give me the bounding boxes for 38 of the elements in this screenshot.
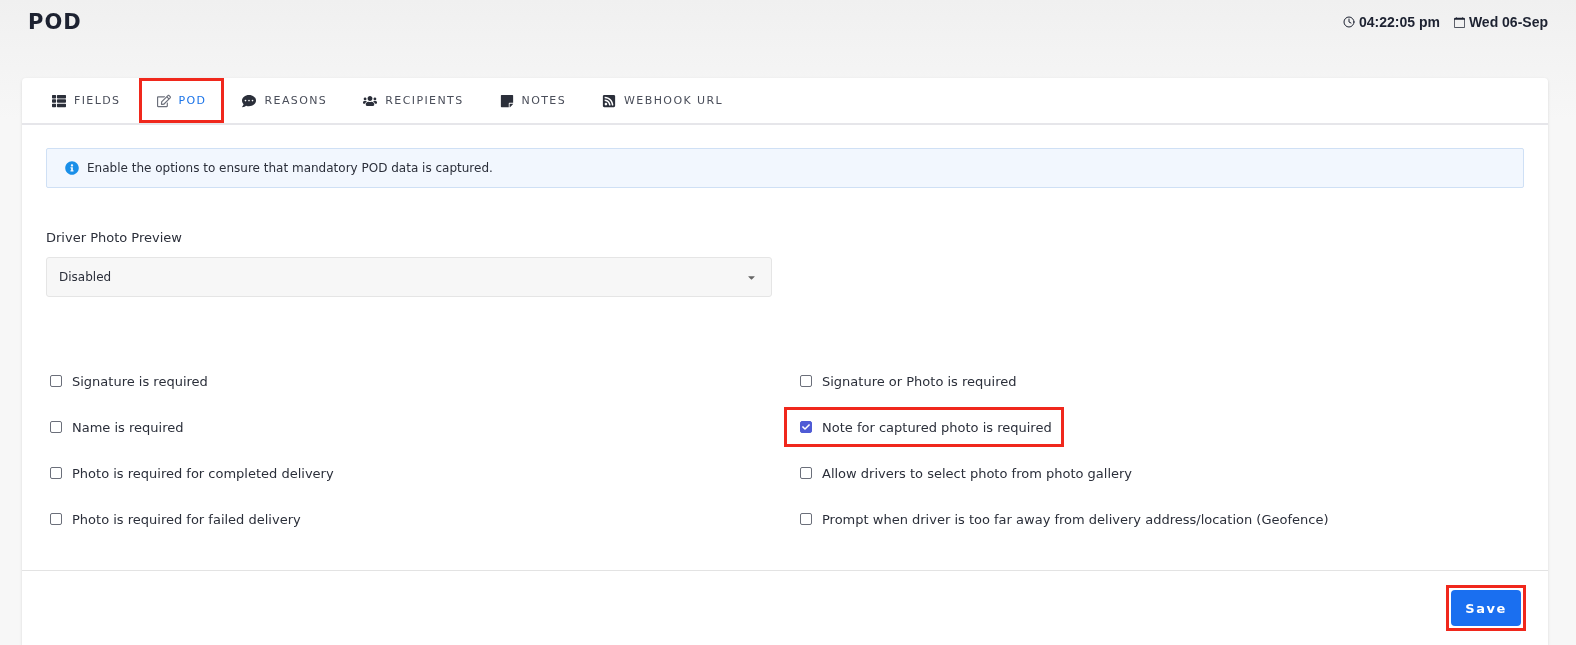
sticky-note-icon [499,93,514,108]
speech-bubble-icon [242,93,257,108]
clock-icon [1342,16,1355,28]
checkbox-option[interactable]: Signature is required [46,361,220,401]
save-button[interactable]: Save [1451,590,1521,626]
tab[interactable]: POD [138,78,225,123]
checkbox-option[interactable]: Allow drivers to select photo from photo gallery [796,453,1145,493]
tab[interactable]: RECIPIENTS [345,78,482,123]
rss-icon [602,93,617,108]
checkbox[interactable] [800,467,812,479]
checkbox-option[interactable]: Photo is required for completed delivery [46,453,346,493]
checkbox[interactable] [50,467,62,479]
current-date: Wed 06-Sep [1468,14,1548,30]
checkbox[interactable] [50,513,62,525]
checkbox[interactable] [50,421,62,433]
info-text: Enable the options to ensure that mandatory POD data is captured. [87,161,493,175]
list-icon [52,93,66,108]
checkbox[interactable] [800,513,812,525]
field-label: Driver Photo Preview [46,230,183,245]
info-icon [65,161,79,175]
checkbox-option[interactable]: Name is required [46,407,196,447]
tab[interactable]: REASONS [224,78,346,123]
calendar-icon [1453,16,1465,28]
tab[interactable]: NOTES [481,78,585,123]
tab[interactable]: FIELDS [34,78,139,123]
checkbox-option[interactable]: Signature or Photo is required [796,361,1029,401]
checkbox-option[interactable]: Photo is required for failed delivery [46,499,313,539]
tab[interactable]: WEBHOOK URL [584,78,741,123]
checkbox[interactable] [50,375,62,387]
checkbox[interactable] [800,421,812,433]
current-time: 04:22:05 pm [1358,14,1440,30]
checkbox-option[interactable]: Note for captured photo is required [784,407,1064,447]
page-title: POD [28,10,82,34]
edit-icon [156,93,171,108]
checkbox[interactable] [800,375,812,387]
users-icon [363,93,378,108]
select-field[interactable]: Disabled [46,257,772,297]
checkbox-option[interactable]: Prompt when driver is too far away from delivery address/location (Geofence) [796,499,1341,539]
